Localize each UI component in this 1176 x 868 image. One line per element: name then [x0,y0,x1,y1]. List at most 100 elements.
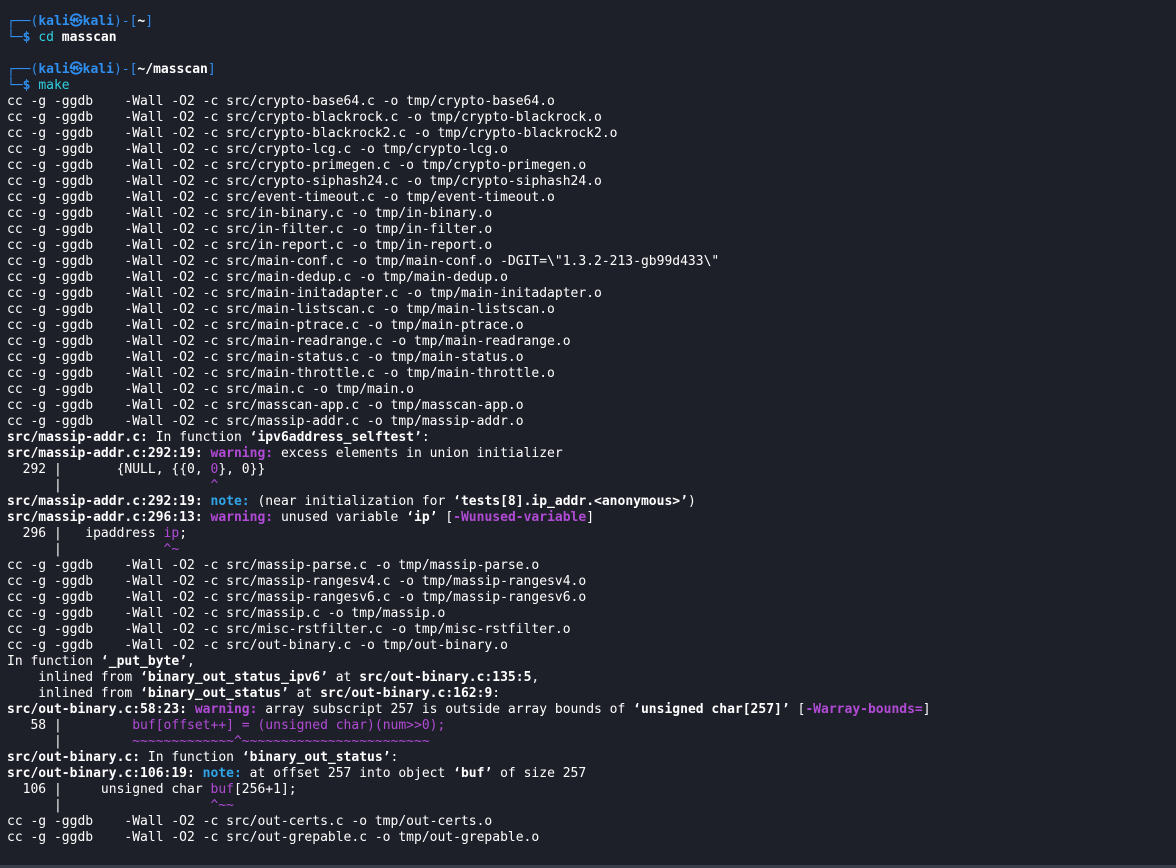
caret-marker: ^~~ [210,798,234,813]
warning-label: warning: [210,510,274,525]
terminal-output[interactable]: ┌──(kali㉿kali)-[~] └─$ cd masscan ┌──(ka… [0,0,1176,868]
diag-location: src/massip-addr.c:292:19: [7,494,203,509]
diag-text: , [187,654,195,669]
prompt-symbol: $ [22,30,31,45]
caret-line: | ^~~ [7,798,1176,814]
diag-function-name: ‘_put_byte’ [100,654,188,669]
prompt-bracket: )-[ [113,62,138,77]
diag-message: unused variable [273,510,407,525]
diag-quoted: ‘ip’ [406,510,438,525]
diag-text: In function [147,430,250,445]
diag-function-name: ‘binary_out_status’ [140,686,289,701]
diag-location: src/out-binary.c:162:9 [320,686,493,701]
warning-line: src/out-binary.c:58:23: warning: array s… [7,702,1176,718]
build-line: cc -g -ggdb -Wall -O2 -c src/main.c -o t… [7,382,414,397]
build-line: cc -g -ggdb -Wall -O2 -c src/main-status… [7,350,524,365]
diag-file: src/massip-addr.c: [7,430,148,445]
diag-text: , [531,670,540,685]
diag-message: [ [789,702,806,717]
build-line: cc -g -ggdb -Wall -O2 -c src/main-thrott… [7,366,555,381]
diag-location: src/out-binary.c:58:23: [7,702,188,717]
build-line: cc -g -ggdb -Wall -O2 -c src/in-report.c… [7,238,493,253]
diag-text: inlined from [7,670,141,685]
source-highlight: buf[offset++] = (unsigned char)(num>>0); [132,718,446,733]
diag-text: : [390,750,399,765]
prompt-box-bottom: └─ [7,78,23,93]
source-line: 296 | ipaddress ip; [7,526,1176,542]
diag-location: src/out-binary.c:135:5 [359,670,532,685]
diag-message: ) [687,494,696,509]
build-line: cc -g -ggdb -Wall -O2 -c src/main-initad… [7,286,602,301]
prompt-box-top: ┌──( [7,62,39,77]
prompt-path: ~/masscan [137,62,208,77]
diag-file: src/out-binary.c: [7,750,141,765]
prompt-bracket: ] [207,62,216,77]
diag-location: src/out-binary.c:106:19: [7,766,195,781]
caret-marker: ^~ [163,542,180,557]
build-line: cc -g -ggdb -Wall -O2 -c src/massip-rang… [7,590,587,605]
build-line: cc -g -ggdb -Wall -O2 -c src/massip-addr… [7,414,524,429]
warning-label: warning: [210,446,274,461]
diag-location: src/massip-addr.c:292:19: [7,446,203,461]
diag-text: at [288,686,321,701]
source-code: [256+1]; [233,782,297,797]
build-line: cc -g -ggdb -Wall -O2 -c src/out-grepabl… [7,830,540,845]
build-line: cc -g -ggdb -Wall -O2 -c src/main-conf.c… [7,254,720,269]
build-line: cc -g -ggdb -Wall -O2 -c src/crypto-lcg.… [7,142,508,157]
command-name: cd [38,30,54,45]
build-line: cc -g -ggdb -Wall -O2 -c src/main-listsc… [7,302,555,317]
source-line: 292 | {NULL, {{0, 0}, 0}} [7,462,1176,478]
inlined-line: inlined from ‘binary_out_status_ipv6’ at… [7,670,1176,686]
prompt-box-bottom: └─ [7,30,23,45]
build-line: cc -g -ggdb -Wall -O2 -c src/main-dedup.… [7,270,508,285]
diag-message: array subscript 257 is outside array bou… [257,702,634,717]
source-line: 106 | unsigned char buf[256+1]; [7,782,1176,798]
prompt-bracket: ] [145,14,154,29]
diag-function-name: ‘binary_out_status_ipv6’ [140,670,328,685]
diag-text: : [492,686,501,701]
warning-line: src/massip-addr.c:296:13: warning: unuse… [7,510,1176,526]
prompt-command-line: └─$ cd masscan [7,30,1176,46]
source-highlight: ip [163,526,180,541]
source-gutter: 106 | unsigned char [7,782,211,797]
diag-message: [ [437,510,454,525]
caret-line: | ^~ [7,542,1176,558]
caret-marker: ^ [210,478,219,493]
build-line: cc -g -ggdb -Wall -O2 -c src/in-binary.c… [7,206,493,221]
build-line: cc -g -ggdb -Wall -O2 -c src/crypto-siph… [7,174,602,189]
prompt-user-host: kali㉿kali [38,14,114,29]
diag-message: (near initialization for [249,494,454,509]
source-highlight: buf [210,782,234,797]
build-line: cc -g -ggdb -Wall -O2 -c src/masscan-app… [7,398,524,413]
build-line: cc -g -ggdb -Wall -O2 -c src/massip.c -o… [7,606,446,621]
build-line: cc -g -ggdb -Wall -O2 -c src/main-ptrace… [7,318,524,333]
diag-function-name: ‘ipv6address_selftest’ [249,430,422,445]
note-line: src/out-binary.c:106:19: note: at offset… [7,766,1176,782]
source-code: {NULL, {{0, [116,462,211,477]
prompt-user-host: kali㉿kali [38,62,114,77]
command-argument: masscan [61,30,117,45]
diag-text: In function [140,750,242,765]
prompt-header-line: ┌──(kali㉿kali)-[~/masscan] [7,62,1176,78]
diag-quoted: ‘unsigned char[257]’ [633,702,790,717]
prompt-command-line: └─$ make [7,78,1176,94]
caret-line: | ^ [7,478,1176,494]
note-label: note: [210,494,250,509]
source-gutter: 296 | ipaddress [7,526,164,541]
source-line: 58 | buf[offset++] = (unsigned char)(num… [7,718,1176,734]
warning-line: src/massip-addr.c:292:19: warning: exces… [7,446,1176,462]
source-gutter: | [7,478,211,493]
diagnostic-function-line: In function ‘_put_byte’, [7,654,1176,670]
diag-text: inlined from [7,686,141,701]
diag-text: In function [7,654,101,669]
build-line: cc -g -ggdb -Wall -O2 -c src/out-binary.… [7,638,508,653]
build-line: cc -g -ggdb -Wall -O2 -c src/misc-rstfil… [7,622,571,637]
prompt-box-top: ┌──( [7,14,39,29]
build-line: cc -g -ggdb -Wall -O2 -c src/out-certs.c… [7,814,493,829]
caret-marker: ~~~~~~~~~~~~~^~~~~~~~~~~~~~~~~~~~~~~~~ [132,734,430,749]
build-line: cc -g -ggdb -Wall -O2 -c src/massip-rang… [7,574,587,589]
build-line: cc -g -ggdb -Wall -O2 -c src/crypto-blac… [7,110,602,125]
note-line: src/massip-addr.c:292:19: note: (near in… [7,494,1176,510]
inlined-line: inlined from ‘binary_out_status’ at src/… [7,686,1176,702]
